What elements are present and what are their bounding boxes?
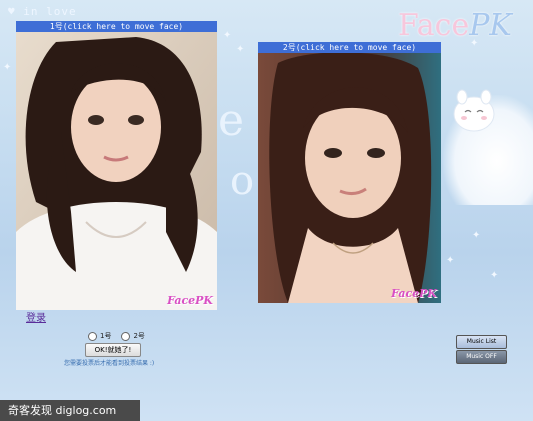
vote-option-1-label: 1号 xyxy=(100,332,112,340)
vote-option-2-label: 2号 xyxy=(133,332,145,340)
logo-face-text: Face xyxy=(398,8,470,43)
star-icon: ✦ xyxy=(472,230,481,241)
star-icon: ✦ xyxy=(3,62,12,73)
face-photo-2[interactable]: FacePK xyxy=(258,53,441,303)
music-list-button[interactable]: Music List xyxy=(456,335,507,349)
star-icon: ✦ xyxy=(490,270,499,281)
portrait-image-2 xyxy=(258,53,441,303)
facepk-watermark: FacePK xyxy=(391,287,437,300)
face-panel-2: 2号(click here to move face) FacePK xyxy=(258,42,441,303)
star-icon: ✦ xyxy=(236,44,245,55)
star-icon: ✦ xyxy=(446,255,455,266)
tagline-text: ♥ in love xyxy=(8,5,77,18)
vote-radio-1[interactable] xyxy=(88,331,97,341)
music-off-button[interactable]: Music OFF xyxy=(456,350,507,364)
bunny-mascot-icon xyxy=(453,89,495,132)
login-link[interactable]: 登录 xyxy=(26,309,46,324)
face-1-header-button[interactable]: 1号(click here to move face) xyxy=(16,21,217,32)
portrait-image-1 xyxy=(16,32,217,310)
face-panel-1: 1号(click here to move face) FacePK xyxy=(16,21,217,310)
star-icon: ✦ xyxy=(470,38,479,49)
vote-note: 您需要投票后才能看到投票结果 :) xyxy=(64,360,155,367)
star-icon: ✦ xyxy=(223,30,232,41)
vote-submit-button[interactable]: OK!就她了! xyxy=(85,343,141,357)
vote-options: 1号 2号 xyxy=(88,331,145,341)
face-2-header-button[interactable]: 2号(click here to move face) xyxy=(258,42,441,53)
vote-radio-2[interactable] xyxy=(121,331,131,341)
face-photo-1[interactable]: FacePK xyxy=(16,32,217,310)
facepk-logo: FacePK xyxy=(398,8,512,43)
decorative-letter-o: o xyxy=(230,158,255,204)
facepk-watermark: FacePK xyxy=(167,294,213,307)
site-watermark-badge: 奇客发现 diglog.com xyxy=(0,400,140,421)
decorative-letter-e: e xyxy=(218,95,245,146)
